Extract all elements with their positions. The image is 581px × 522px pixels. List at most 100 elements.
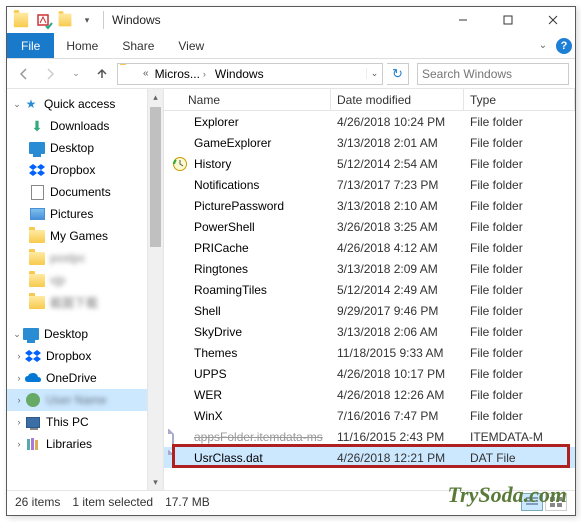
folder-icon xyxy=(172,282,188,298)
breadcrumb[interactable]: « Micros...› Windows ⌄ xyxy=(117,63,383,85)
nav-item[interactable]: postpc xyxy=(7,247,163,269)
tab-share[interactable]: Share xyxy=(110,33,166,58)
file-row[interactable]: PicturePassword 3/13/2018 2:10 AM File f… xyxy=(164,195,575,216)
help-icon: ? xyxy=(556,38,572,54)
file-row[interactable]: RoamingTiles 5/12/2014 2:49 AM File fold… xyxy=(164,279,575,300)
search-box[interactable]: 🔍 xyxy=(417,63,569,85)
nav-desktop[interactable]: ⌄Desktop xyxy=(7,323,163,345)
scroll-thumb[interactable] xyxy=(150,107,161,247)
file-row[interactable]: PowerShell 3/26/2018 3:25 AM File folder xyxy=(164,216,575,237)
nav-item[interactable]: vjp xyxy=(7,269,163,291)
forward-button[interactable] xyxy=(39,63,61,85)
address-dropdown-icon[interactable]: ⌄ xyxy=(366,68,382,79)
file-row[interactable]: appsFolder.itemdata-ms 11/16/2015 2:43 P… xyxy=(164,426,575,447)
properties-icon[interactable] xyxy=(35,12,51,28)
chevron-down-icon[interactable]: ⌄ xyxy=(11,99,23,110)
back-button[interactable] xyxy=(13,63,35,85)
chevron-down-icon[interactable]: ⌄ xyxy=(11,329,23,340)
file-tab[interactable]: File xyxy=(7,33,54,58)
nav-item[interactable]: ›This PC xyxy=(7,411,163,433)
nav-item[interactable]: › User Name xyxy=(7,389,163,411)
file-date: 9/29/2017 9:46 PM xyxy=(331,304,464,318)
maximize-button[interactable] xyxy=(485,7,530,33)
file-rows[interactable]: Explorer 4/26/2018 10:24 PM File folder … xyxy=(164,111,575,490)
file-type: File folder xyxy=(464,262,575,276)
folder-icon xyxy=(29,250,45,266)
file-row[interactable]: History 5/12/2014 2:54 AM File folder xyxy=(164,153,575,174)
address-bar: ⌄ « Micros...› Windows ⌄ ↻ 🔍 xyxy=(7,59,575,89)
file-row[interactable]: GameExplorer 3/13/2018 2:01 AM File fold… xyxy=(164,132,575,153)
recent-button[interactable]: ⌄ xyxy=(65,63,87,85)
scroll-down-icon[interactable]: ▾ xyxy=(148,474,163,490)
nav-item[interactable]: Desktop xyxy=(7,137,163,159)
file-name: History xyxy=(194,157,231,171)
file-icon xyxy=(172,429,188,445)
refresh-button[interactable]: ↻ xyxy=(387,63,409,85)
tab-view[interactable]: View xyxy=(166,33,216,58)
icons-view-button[interactable] xyxy=(545,493,567,511)
scroll-up-icon[interactable]: ▴ xyxy=(148,89,163,105)
breadcrumb-item[interactable]: Micros...› xyxy=(152,67,212,81)
chevron-right-icon[interactable]: › xyxy=(13,439,25,449)
folder-icon xyxy=(29,272,45,288)
nav-item[interactable]: ›OneDrive xyxy=(7,367,163,389)
nav-label: Dropbox xyxy=(50,163,95,177)
file-type: File folder xyxy=(464,325,575,339)
search-input[interactable] xyxy=(418,67,581,81)
breadcrumb-item[interactable]: Windows xyxy=(212,67,267,81)
nav-label: My Games xyxy=(50,229,108,243)
navigation-pane[interactable]: ⌄★Quick access⬇DownloadsDesktop Dropbox Do… xyxy=(7,89,164,490)
nav-item[interactable]: 截圖下載 xyxy=(7,291,163,313)
file-name: Ringtones xyxy=(194,262,248,276)
file-row[interactable]: Explorer 4/26/2018 10:24 PM File folder xyxy=(164,111,575,132)
chevron-right-icon[interactable]: › xyxy=(200,69,209,79)
tab-home[interactable]: Home xyxy=(54,33,110,58)
file-row[interactable]: Themes 11/18/2015 9:33 AM File folder xyxy=(164,342,575,363)
chevron-right-icon[interactable]: › xyxy=(13,417,25,427)
close-button[interactable] xyxy=(530,7,575,33)
chevron-right-icon[interactable]: › xyxy=(13,351,25,361)
file-row[interactable]: WinX 7/16/2016 7:47 PM File folder xyxy=(164,405,575,426)
dropbox-icon xyxy=(29,162,45,178)
nav-label: User Name xyxy=(46,393,107,407)
new-folder-icon[interactable] xyxy=(57,12,73,28)
chevron-right-icon[interactable]: › xyxy=(13,395,25,405)
breadcrumb-overflow[interactable]: « xyxy=(140,68,152,79)
folder-icon xyxy=(172,219,188,235)
column-type[interactable]: Type xyxy=(464,89,575,110)
column-date[interactable]: Date modified xyxy=(331,89,464,110)
file-row[interactable]: UsrClass.dat 4/26/2018 12:21 PM DAT File xyxy=(164,447,575,468)
expand-ribbon-icon[interactable]: ⌄ xyxy=(533,33,553,58)
folder-icon xyxy=(172,366,188,382)
nav-label: Libraries xyxy=(46,437,92,451)
file-row[interactable]: PRICache 4/26/2018 4:12 AM File folder xyxy=(164,237,575,258)
chevron-right-icon[interactable]: › xyxy=(13,373,25,383)
help-button[interactable]: ? xyxy=(553,33,575,58)
file-row[interactable]: Ringtones 3/13/2018 2:09 AM File folder xyxy=(164,258,575,279)
details-view-button[interactable] xyxy=(521,493,543,511)
file-row[interactable]: Shell 9/29/2017 9:46 PM File folder xyxy=(164,300,575,321)
file-type: File folder xyxy=(464,304,575,318)
nav-item[interactable]: ⬇Downloads xyxy=(7,115,163,137)
file-row[interactable]: UPPS 4/26/2018 10:17 PM File folder xyxy=(164,363,575,384)
divider xyxy=(103,11,104,29)
file-type: ITEMDATA-M xyxy=(464,430,575,444)
nav-item[interactable]: ›Dropbox xyxy=(7,345,163,367)
nav-item[interactable]: Pictures xyxy=(7,203,163,225)
nav-item[interactable]: Dropbox xyxy=(7,159,163,181)
file-name: WER xyxy=(194,388,222,402)
nav-quick-access[interactable]: ⌄★Quick access xyxy=(7,93,163,115)
nav-item[interactable]: Documents xyxy=(7,181,163,203)
file-row[interactable]: SkyDrive 3/13/2018 2:06 AM File folder xyxy=(164,321,575,342)
minimize-button[interactable] xyxy=(440,7,485,33)
qat-customize-icon[interactable]: ▾ xyxy=(79,12,95,28)
nav-item[interactable]: My Games xyxy=(7,225,163,247)
nav-scrollbar[interactable]: ▴ ▾ xyxy=(147,89,163,490)
up-button[interactable] xyxy=(91,63,113,85)
file-row[interactable]: WER 4/26/2018 12:26 AM File folder xyxy=(164,384,575,405)
file-row[interactable]: Notifications 7/13/2017 7:23 PM File fol… xyxy=(164,174,575,195)
file-date: 4/26/2018 12:26 AM xyxy=(331,388,464,402)
column-name[interactable]: Name xyxy=(164,89,331,110)
file-type: DAT File xyxy=(464,451,575,465)
nav-item[interactable]: › Libraries xyxy=(7,433,163,455)
